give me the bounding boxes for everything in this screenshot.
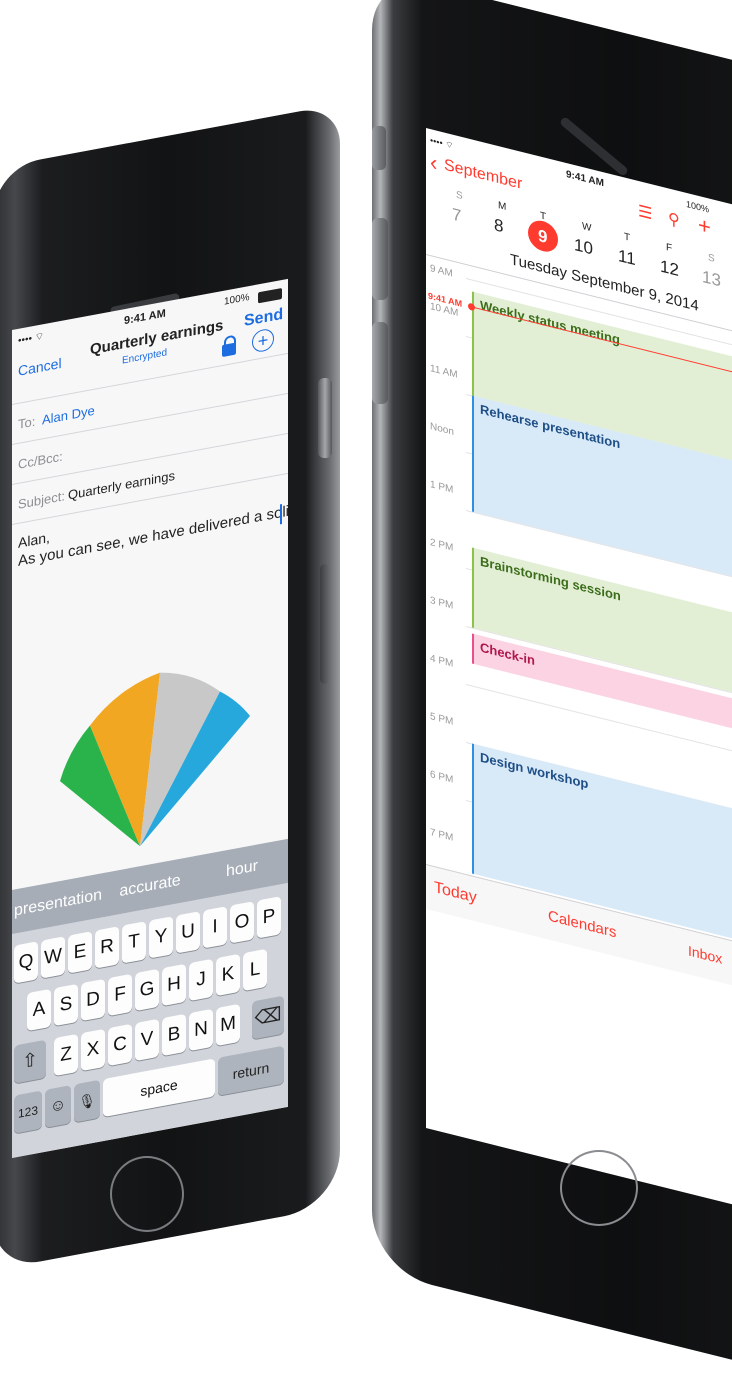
- hour-1pm: 1 PM: [430, 478, 454, 496]
- event-title: Check-in: [480, 639, 535, 669]
- calendars-button[interactable]: Calendars: [548, 907, 616, 941]
- day-10[interactable]: 10: [574, 235, 593, 260]
- day-12[interactable]: 12: [660, 256, 679, 281]
- weekday-w: W: [582, 220, 592, 235]
- add-event-icon[interactable]: +: [698, 212, 711, 241]
- day-13[interactable]: 13: [702, 267, 721, 292]
- volume-up-button: [372, 218, 388, 300]
- day-8[interactable]: 8: [494, 215, 503, 237]
- hour-noon: Noon: [430, 420, 454, 438]
- calendar-screen: •••• ⌔ 9:41 AM 100% ‹ September ☰ ⚲ + S …: [426, 128, 732, 1205]
- back-september-button[interactable]: September: [444, 156, 522, 194]
- volume-down-button: [372, 322, 388, 404]
- hour-9am: 9 AM: [430, 262, 453, 280]
- list-icon[interactable]: ☰: [638, 201, 652, 225]
- weekday-t2: T: [624, 231, 631, 244]
- day-9[interactable]: 9: [538, 226, 547, 248]
- day-7[interactable]: 7: [452, 204, 461, 226]
- event-title: Weekly status meeting: [480, 297, 620, 348]
- event-title: Brainstorming session: [480, 553, 621, 604]
- hour-5pm: 5 PM: [430, 710, 454, 728]
- event-title: Design workshop: [480, 749, 589, 792]
- hour-4pm: 4 PM: [430, 652, 454, 670]
- hour-7pm: 7 PM: [430, 826, 454, 844]
- hour-6pm: 6 PM: [430, 768, 454, 786]
- hour-3pm: 3 PM: [430, 594, 454, 612]
- mute-switch: [372, 126, 386, 170]
- home-button-right[interactable]: [560, 1150, 638, 1226]
- weekday-f: F: [666, 241, 673, 255]
- hour-2pm: 2 PM: [430, 536, 454, 554]
- day-11[interactable]: 11: [618, 246, 636, 270]
- search-icon[interactable]: ⚲: [668, 208, 680, 231]
- weekday-m: M: [498, 199, 507, 214]
- phone-right: •••• ⌔ 9:41 AM 100% ‹ September ☰ ⚲ + S …: [0, 0, 732, 1375]
- back-chevron-icon[interactable]: ‹: [430, 149, 437, 177]
- hour-11am: 11 AM: [430, 362, 458, 381]
- today-button[interactable]: Today: [434, 879, 477, 908]
- weekday-s2: S: [708, 252, 715, 265]
- inbox-button[interactable]: Inbox: [688, 942, 722, 967]
- cal-time: 9:41 AM: [566, 168, 604, 190]
- weekday-s1: S: [456, 189, 463, 203]
